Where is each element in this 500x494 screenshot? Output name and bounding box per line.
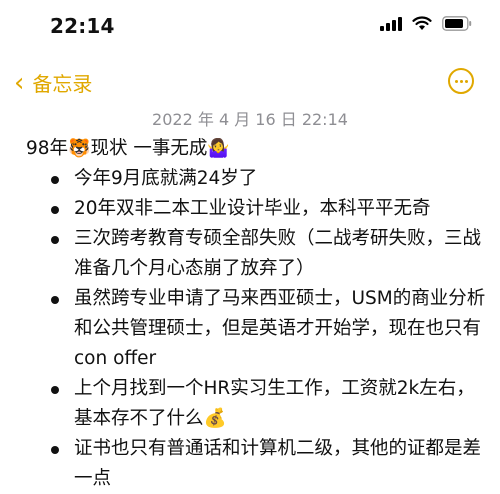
- more-icon[interactable]: [448, 68, 474, 94]
- chevron-left-icon: ‹: [14, 67, 25, 98]
- status-icons: [380, 16, 472, 31]
- list-item: 三次跨考教育专硕全部失败（二战考研失败，三战准备几个月心态崩了放弃了）: [26, 224, 486, 284]
- note-date: 2022 年 4 月 16 日 22:14: [152, 110, 348, 129]
- back-label: 备忘录: [32, 72, 93, 96]
- status-time: 22:14: [50, 14, 115, 38]
- battery-icon: [442, 16, 472, 31]
- nav-bar: ‹ 备忘录: [0, 58, 500, 104]
- list-item: 虽然跨专业申请了马来西亚硕士，USM的商业分析和公共管理硕士，但是英语才开始学，…: [26, 284, 486, 374]
- note-title: 98年🐯现状 一事无成🤷‍♀️: [26, 134, 486, 164]
- signal-icon: [380, 16, 402, 31]
- status-bar: 22:14: [0, 0, 500, 58]
- tiger-emoji: 🐯: [68, 138, 91, 159]
- note-body[interactable]: 98年🐯现状 一事无成🤷‍♀️ 今年9月底就满24岁了 20年双非二本工业设计毕…: [26, 134, 486, 494]
- list-item: 今年9月底就满24岁了: [26, 164, 486, 194]
- list-item: 证书也只有普通话和计算机二级，其他的证都是差一点: [26, 434, 486, 494]
- wifi-icon: [412, 16, 432, 31]
- shrug-emoji: 🤷‍♀️: [207, 138, 230, 159]
- title-suffix: 现状 一事无成: [90, 138, 208, 159]
- title-prefix: 98年: [26, 138, 69, 159]
- back-button[interactable]: ‹ 备忘录: [14, 68, 92, 97]
- bullet-list: 今年9月底就满24岁了 20年双非二本工业设计毕业，本科平平无奇 三次跨考教育专…: [26, 164, 486, 494]
- list-item: 20年双非二本工业设计毕业，本科平平无奇: [26, 194, 486, 224]
- list-item: 上个月找到一个HR实习生工作，工资就2k左右，基本存不了什么💰: [26, 374, 486, 434]
